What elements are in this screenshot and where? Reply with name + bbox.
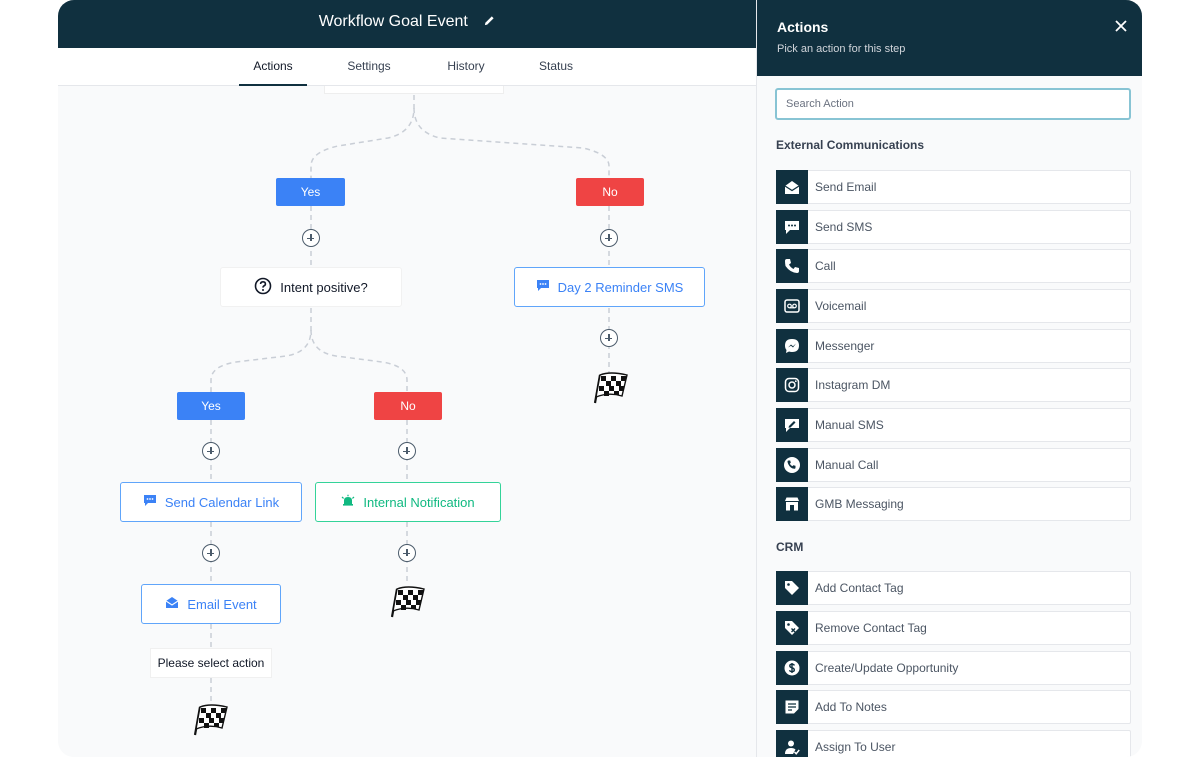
action-label: Send SMS: [815, 220, 873, 234]
messenger-icon: [776, 329, 808, 363]
action-label: Remove Contact Tag: [815, 621, 927, 635]
action-remove-contact-tag[interactable]: Remove Contact Tag: [776, 611, 1131, 645]
finish-flag-icon: [390, 586, 425, 618]
user-assign-icon: [776, 730, 808, 757]
tag-remove-icon: [776, 611, 808, 645]
action-label: Add To Notes: [815, 700, 887, 714]
add-step-plus-icon[interactable]: [600, 329, 618, 347]
workflow-canvas[interactable]: Yes No Intent positive? Day 2 Reminder S…: [58, 86, 756, 757]
chat-bubble-icon: [536, 279, 550, 295]
branch-no-2[interactable]: No: [374, 392, 442, 420]
add-step-plus-icon[interactable]: [202, 544, 220, 562]
action-call[interactable]: Call: [776, 249, 1131, 283]
add-step-plus-icon[interactable]: [302, 229, 320, 247]
branch-yes-1[interactable]: Yes: [276, 178, 345, 206]
search-action-input[interactable]: [775, 88, 1131, 120]
action-manual-call[interactable]: Manual Call: [776, 448, 1131, 482]
action-voicemail[interactable]: Voicemail: [776, 289, 1131, 323]
add-step-plus-icon[interactable]: [398, 544, 416, 562]
condition-label: Intent positive?: [280, 279, 368, 295]
pencil-icon[interactable]: [484, 13, 495, 31]
action-send-email[interactable]: Send Email: [776, 170, 1131, 204]
voicemail-icon: [776, 289, 808, 323]
action-label: Assign To User: [815, 740, 896, 754]
finish-flag-icon: [593, 372, 628, 404]
action-add-contact-tag[interactable]: Add Contact Tag: [776, 571, 1131, 605]
tab-status[interactable]: Status: [530, 48, 582, 86]
question-icon: [254, 277, 272, 298]
action-label: Manual Call: [815, 458, 879, 472]
action-messenger[interactable]: Messenger: [776, 329, 1131, 363]
action-label: Create/Update Opportunity: [815, 661, 959, 675]
dollar-icon: [776, 651, 808, 685]
action-gmb-messaging[interactable]: GMB Messaging: [776, 487, 1131, 521]
tag-icon: [776, 571, 808, 605]
instagram-icon: [776, 368, 808, 402]
node-label: Day 2 Reminder SMS: [557, 279, 684, 295]
chat-bubble-icon: [143, 494, 157, 510]
node-internal-notification[interactable]: Internal Notification: [315, 482, 501, 522]
panel-title: Actions: [777, 19, 829, 35]
previous-step-node[interactable]: [324, 86, 504, 94]
tab-settings[interactable]: Settings: [337, 48, 401, 86]
node-label: Internal Notification: [363, 494, 475, 510]
tab-bar: Actions Settings History Status: [58, 48, 756, 86]
tab-actions[interactable]: Actions: [239, 48, 307, 86]
node-label: Send Calendar Link: [164, 494, 280, 510]
node-email-event[interactable]: Email Event: [141, 584, 281, 624]
action-manual-sms[interactable]: Manual SMS: [776, 408, 1131, 442]
tab-history[interactable]: History: [436, 48, 496, 86]
section-title-crm: CRM: [776, 540, 804, 554]
action-label: Voicemail: [815, 299, 867, 313]
node-label: Email Event: [187, 596, 257, 612]
manual-sms-icon: [776, 408, 808, 442]
branch-yes-2[interactable]: Yes: [177, 392, 245, 420]
envelope-open-icon: [165, 596, 179, 612]
action-send-sms[interactable]: Send SMS: [776, 210, 1131, 244]
node-send-calendar-link[interactable]: Send Calendar Link: [120, 482, 302, 522]
workflow-window: Workflow Goal Event Actions Settings His…: [58, 0, 1142, 757]
note-icon: [776, 690, 808, 724]
envelope-open-icon: [776, 170, 808, 204]
phone-icon: [776, 249, 808, 283]
action-label: Instagram DM: [815, 378, 891, 392]
action-assign-to-user[interactable]: Assign To User: [776, 730, 1131, 757]
select-action-placeholder[interactable]: Please select action: [150, 648, 272, 678]
action-instagram-dm[interactable]: Instagram DM: [776, 368, 1131, 402]
branch-no-1[interactable]: No: [576, 178, 644, 206]
add-step-plus-icon[interactable]: [202, 442, 220, 460]
action-create-update-opportunity[interactable]: Create/Update Opportunity: [776, 651, 1131, 685]
close-icon[interactable]: [1113, 18, 1129, 34]
workflow-title-text: Workflow Goal Event: [318, 13, 468, 31]
chat-bubble-icon: [776, 210, 808, 244]
action-add-to-notes[interactable]: Add To Notes: [776, 690, 1131, 724]
add-step-plus-icon[interactable]: [600, 229, 618, 247]
manual-call-icon: [776, 448, 808, 482]
action-label: Call: [815, 259, 836, 273]
add-step-plus-icon[interactable]: [398, 442, 416, 460]
workflow-title: Workflow Goal Event: [58, 13, 756, 31]
node-day2-reminder-sms[interactable]: Day 2 Reminder SMS: [514, 267, 705, 307]
storefront-icon: [776, 487, 808, 521]
bell-icon: [341, 494, 355, 511]
action-label: GMB Messaging: [815, 497, 904, 511]
section-title-external: External Communications: [776, 138, 925, 152]
action-label: Send Email: [815, 180, 877, 194]
action-label: Messenger: [815, 339, 875, 353]
finish-flag-icon: [193, 704, 228, 736]
panel-subtitle: Pick an action for this step: [777, 43, 906, 55]
action-label: Manual SMS: [815, 418, 884, 432]
condition-node-intent[interactable]: Intent positive?: [220, 267, 402, 307]
action-label: Add Contact Tag: [815, 581, 904, 595]
panel-header: Actions Pick an action for this step: [757, 0, 1142, 76]
actions-panel: Actions Pick an action for this step Ext…: [756, 0, 1142, 757]
